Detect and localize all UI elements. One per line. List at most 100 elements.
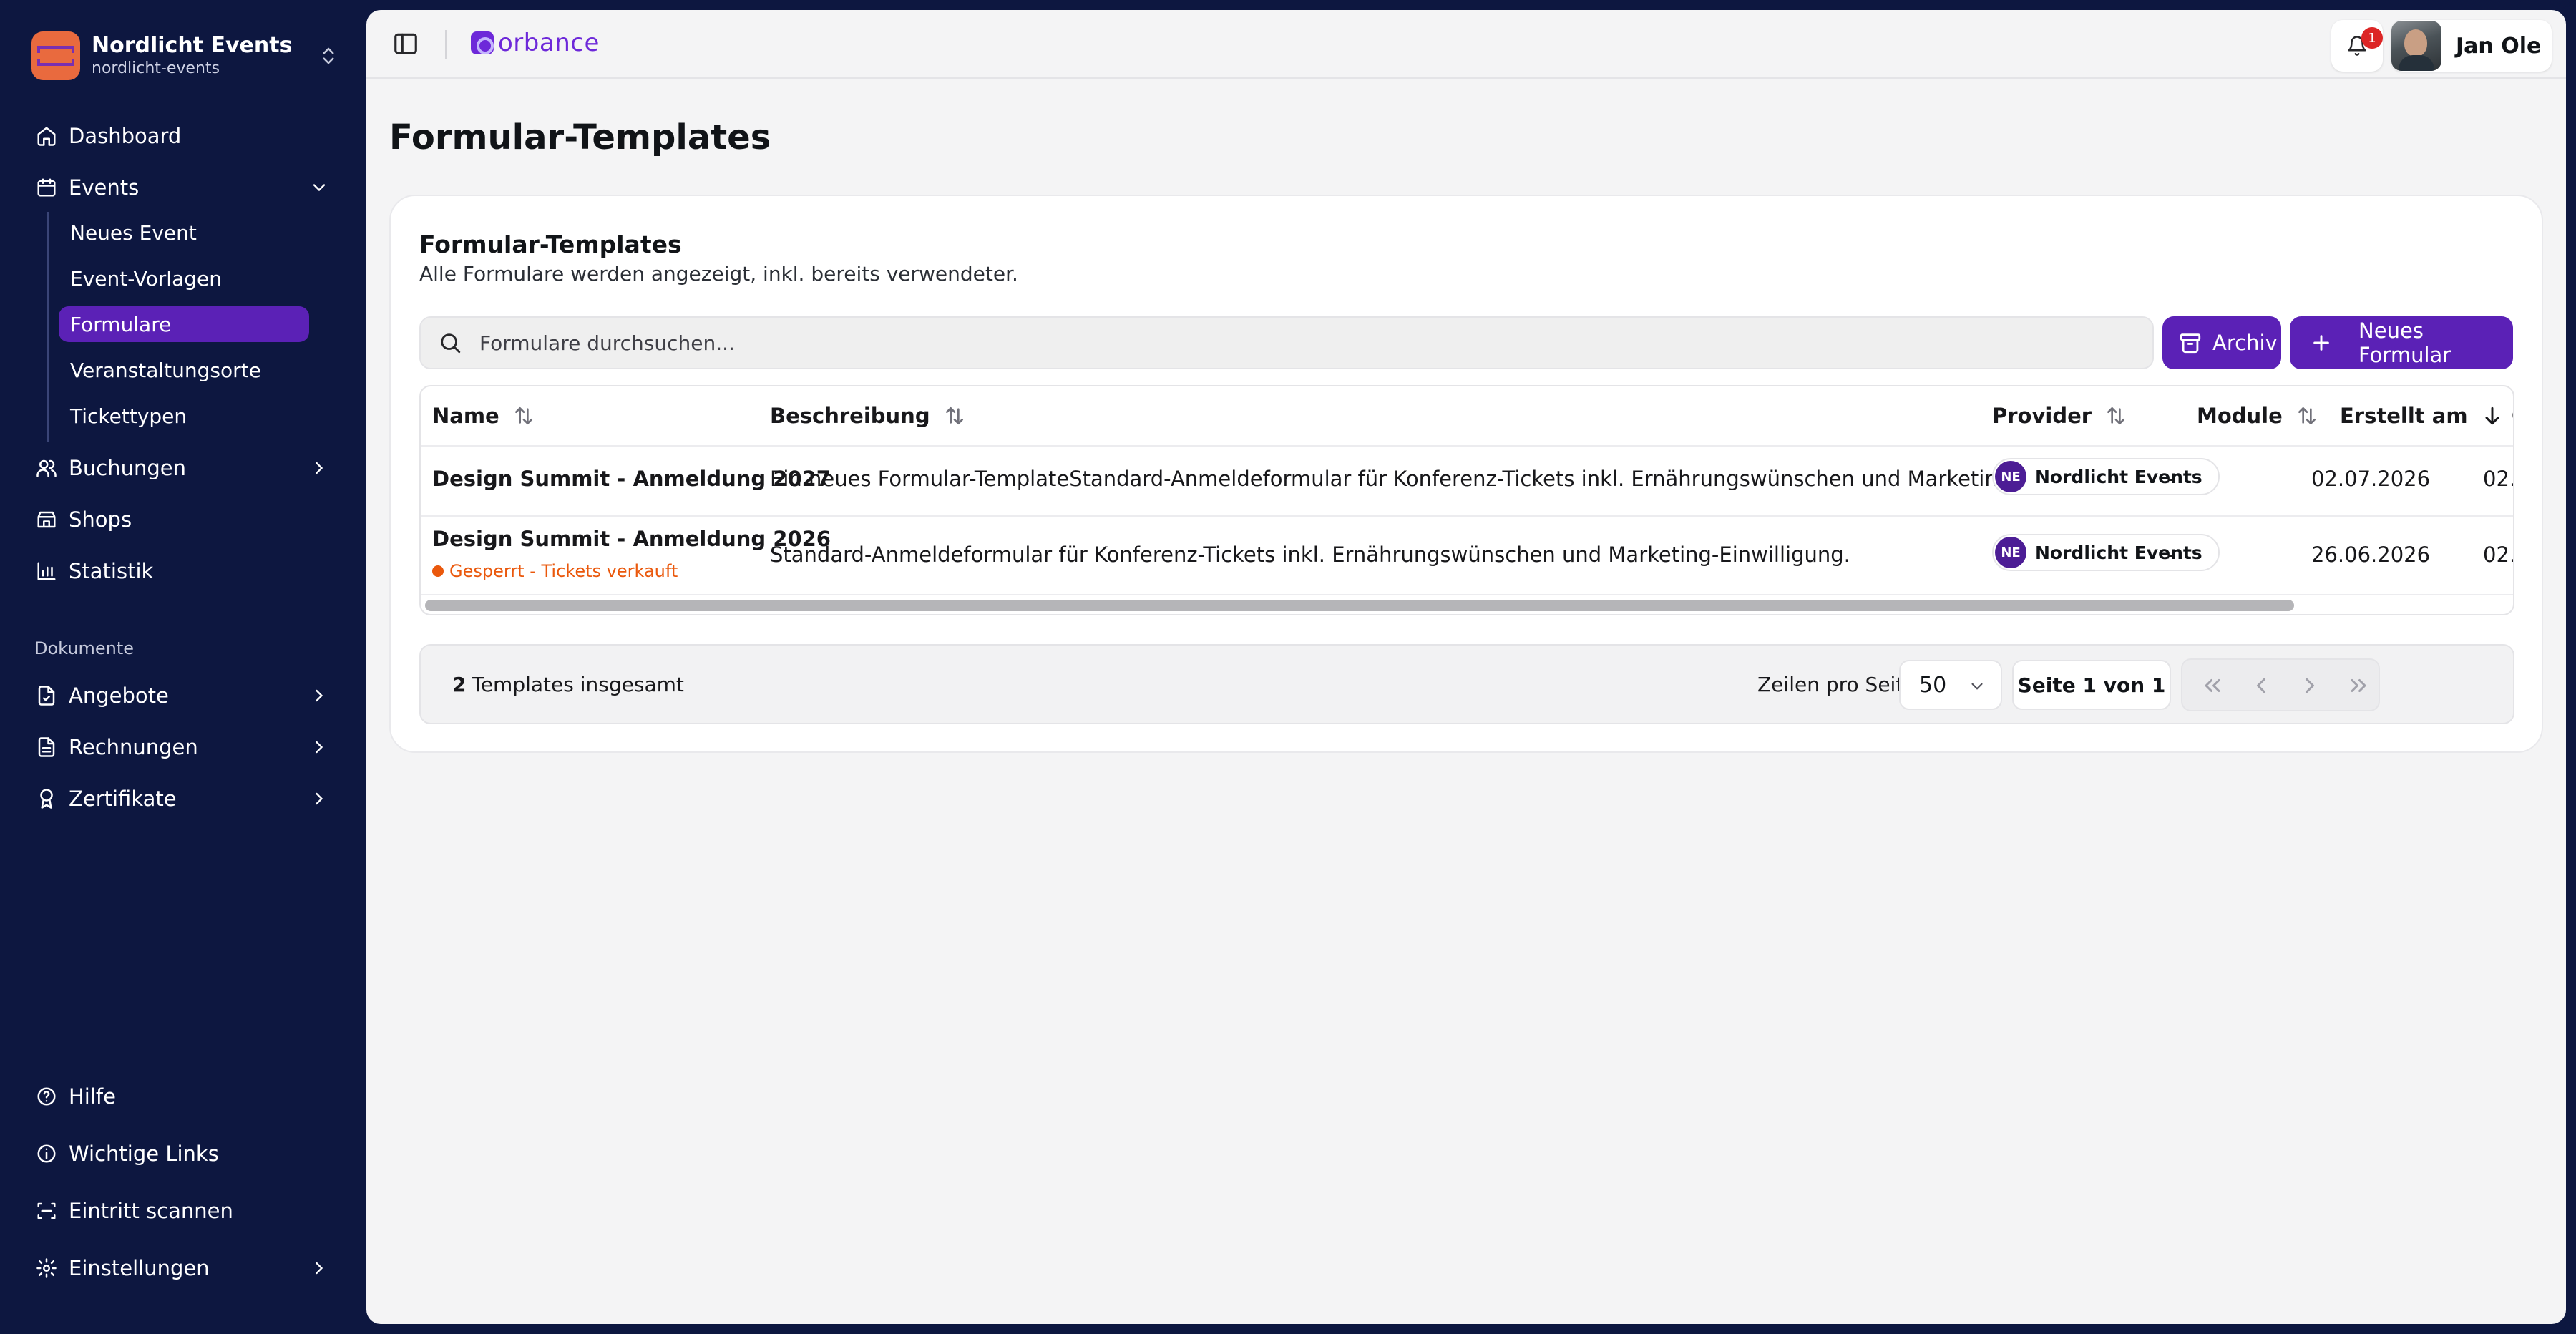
column-header-module[interactable]: Module: [2197, 386, 2318, 445]
sidebar-item-rechnungen[interactable]: Rechnungen: [34, 729, 335, 766]
table-footer: 2 Templates insgesamt Zeilen pro Seite 50…: [419, 644, 2514, 724]
chevron-down-icon: [1971, 683, 1983, 690]
status-badge: Gesperrt - Tickets verkauft: [432, 561, 678, 581]
gear-icon: [34, 1256, 59, 1280]
user-menu-button[interactable]: Jan Ole: [2391, 20, 2552, 72]
sidebar-item-label: Buchungen: [69, 456, 186, 480]
brand-name: orbance: [498, 29, 600, 57]
sidebar-toggle-icon[interactable]: [392, 30, 419, 57]
provider-pill: NE Nordlicht Events: [1992, 458, 2220, 495]
sidebar-item-label: Rechnungen: [69, 735, 198, 759]
first-page-icon[interactable]: [2200, 673, 2225, 698]
previous-page-icon[interactable]: [2248, 673, 2274, 698]
total-count: 2 Templates insgesamt: [452, 673, 684, 696]
pagination: [2181, 658, 2380, 711]
next-page-icon[interactable]: [2297, 673, 2323, 698]
brand-logo[interactable]: orbance: [471, 29, 600, 57]
sidebar-item-shops[interactable]: Shops: [34, 501, 335, 538]
sidebar-item-eintritt-scannen[interactable]: Eintritt scannen: [34, 1192, 335, 1230]
sidebar-item-hilfe[interactable]: Hilfe: [34, 1078, 335, 1115]
brand-mark-icon: [471, 31, 494, 54]
column-header-erstellt-am[interactable]: Erstellt am: [2340, 386, 2504, 445]
sidebar: Nordlicht Events nordlicht-events Dashbo…: [0, 0, 366, 1334]
sidebar-sub-veranstaltungsorte[interactable]: Veranstaltungsorte: [70, 352, 261, 388]
sidebar-item-label: Einstellungen: [69, 1256, 210, 1280]
cell-description: Ein neues Formular-TemplateStandard-Anme…: [770, 467, 2150, 491]
notifications-button[interactable]: 1: [2331, 20, 2383, 72]
chevron-right-icon: [316, 689, 323, 702]
sidebar-item-label: Dashboard: [69, 124, 182, 148]
sidebar-item-wichtige-links[interactable]: Wichtige Links: [34, 1135, 335, 1172]
sidebar-sub-event-vorlagen[interactable]: Event-Vorlagen: [70, 261, 222, 296]
topbar: orbance 1 Jan Ole: [366, 10, 2566, 79]
column-label: Module: [2197, 404, 2283, 428]
search-field[interactable]: [419, 316, 2154, 369]
chevrons-up-down-icon: [323, 47, 334, 64]
info-icon: [34, 1141, 59, 1166]
home-icon: [34, 124, 59, 148]
new-form-button[interactable]: Neues Formular: [2290, 316, 2513, 369]
column-label: Beschreibung: [770, 404, 930, 428]
notification-badge: 1: [2361, 27, 2383, 49]
page-info: Seite 1 von 1: [2012, 660, 2171, 710]
row-divider: [421, 515, 2513, 517]
search-input[interactable]: [479, 331, 2054, 355]
column-label: Provider: [1992, 404, 2092, 428]
org-switcher[interactable]: Nordlicht Events nordlicht-events: [31, 29, 339, 83]
new-form-label: Neues Formular: [2358, 318, 2451, 367]
org-logo: [31, 31, 80, 80]
card-subtitle: Alle Formulare werden angezeigt, inkl. b…: [419, 262, 1018, 286]
avatar: [2391, 21, 2441, 71]
bar-chart-icon: [34, 559, 59, 583]
chevron-down-icon: [313, 184, 326, 192]
sort-icon: [2107, 407, 2125, 424]
cell-created: 26.06.2026: [2311, 542, 2431, 567]
sidebar-item-angebote[interactable]: Angebote: [34, 677, 335, 714]
sidebar-item-label: Statistik: [69, 559, 154, 583]
column-header-name[interactable]: Name: [432, 386, 535, 445]
cell-updated: 02.: [2483, 542, 2514, 567]
provider-pill: NE Nordlicht Events: [1992, 534, 2220, 571]
cell-modules: -: [2167, 467, 2175, 491]
topbar-divider: [445, 30, 447, 59]
sidebar-item-buchungen[interactable]: Buchungen: [34, 449, 335, 487]
column-label: Ge: [2512, 404, 2513, 428]
sort-icon: [514, 407, 532, 424]
rows-per-page-select[interactable]: 50: [1899, 660, 2002, 710]
sidebar-item-label: Wichtige Links: [69, 1141, 219, 1166]
file-check-icon: [34, 683, 59, 708]
org-name: Nordlicht Events: [92, 33, 293, 58]
sidebar-item-zertifikate[interactable]: Zertifikate: [34, 780, 335, 817]
archive-button[interactable]: Archiv: [2162, 316, 2281, 369]
sidebar-sub-tickettypen[interactable]: Tickettypen: [70, 398, 187, 434]
chevron-right-icon: [316, 1262, 323, 1275]
chevron-right-icon: [316, 792, 323, 805]
column-header-provider[interactable]: Provider: [1992, 386, 2127, 445]
user-name: Jan Ole: [2456, 33, 2542, 59]
last-page-icon[interactable]: [2346, 673, 2371, 698]
total-label: Templates insgesamt: [472, 673, 684, 696]
main-panel: orbance 1 Jan Ole Formular-Templates For…: [366, 10, 2566, 1324]
sidebar-item-dashboard[interactable]: Dashboard: [34, 117, 335, 155]
page-title: Formular-Templates: [389, 117, 771, 157]
provider-name: Nordlicht Events: [2035, 542, 2202, 563]
sidebar-item-label: Eintritt scannen: [69, 1199, 233, 1223]
sidebar-item-events[interactable]: Events: [34, 169, 335, 206]
cell-description: Standard-Anmeldeformular für Konferenz-T…: [770, 542, 1850, 567]
provider-avatar: NE: [1995, 461, 2026, 492]
sidebar-sub-neues-event[interactable]: Neues Event: [70, 215, 197, 250]
plus-icon: [2313, 335, 2329, 351]
search-icon: [441, 334, 461, 354]
cell-created: 02.07.2026: [2311, 467, 2431, 491]
sidebar-item-statistik[interactable]: Statistik: [34, 552, 335, 590]
sidebar-sub-formulare[interactable]: Formulare: [59, 306, 309, 342]
sidebar-item-label: Hilfe: [69, 1084, 116, 1109]
arrow-down-icon: [2485, 406, 2499, 425]
sidebar-item-einstellungen[interactable]: Einstellungen: [34, 1250, 335, 1287]
column-header-geaendert[interactable]: Ge: [2512, 386, 2513, 445]
column-header-beschreibung[interactable]: Beschreibung: [770, 386, 966, 445]
users-icon: [34, 456, 59, 480]
provider-avatar: NE: [1995, 537, 2026, 568]
horizontal-scrollbar[interactable]: [425, 600, 2294, 611]
chevron-right-icon: [316, 462, 323, 474]
